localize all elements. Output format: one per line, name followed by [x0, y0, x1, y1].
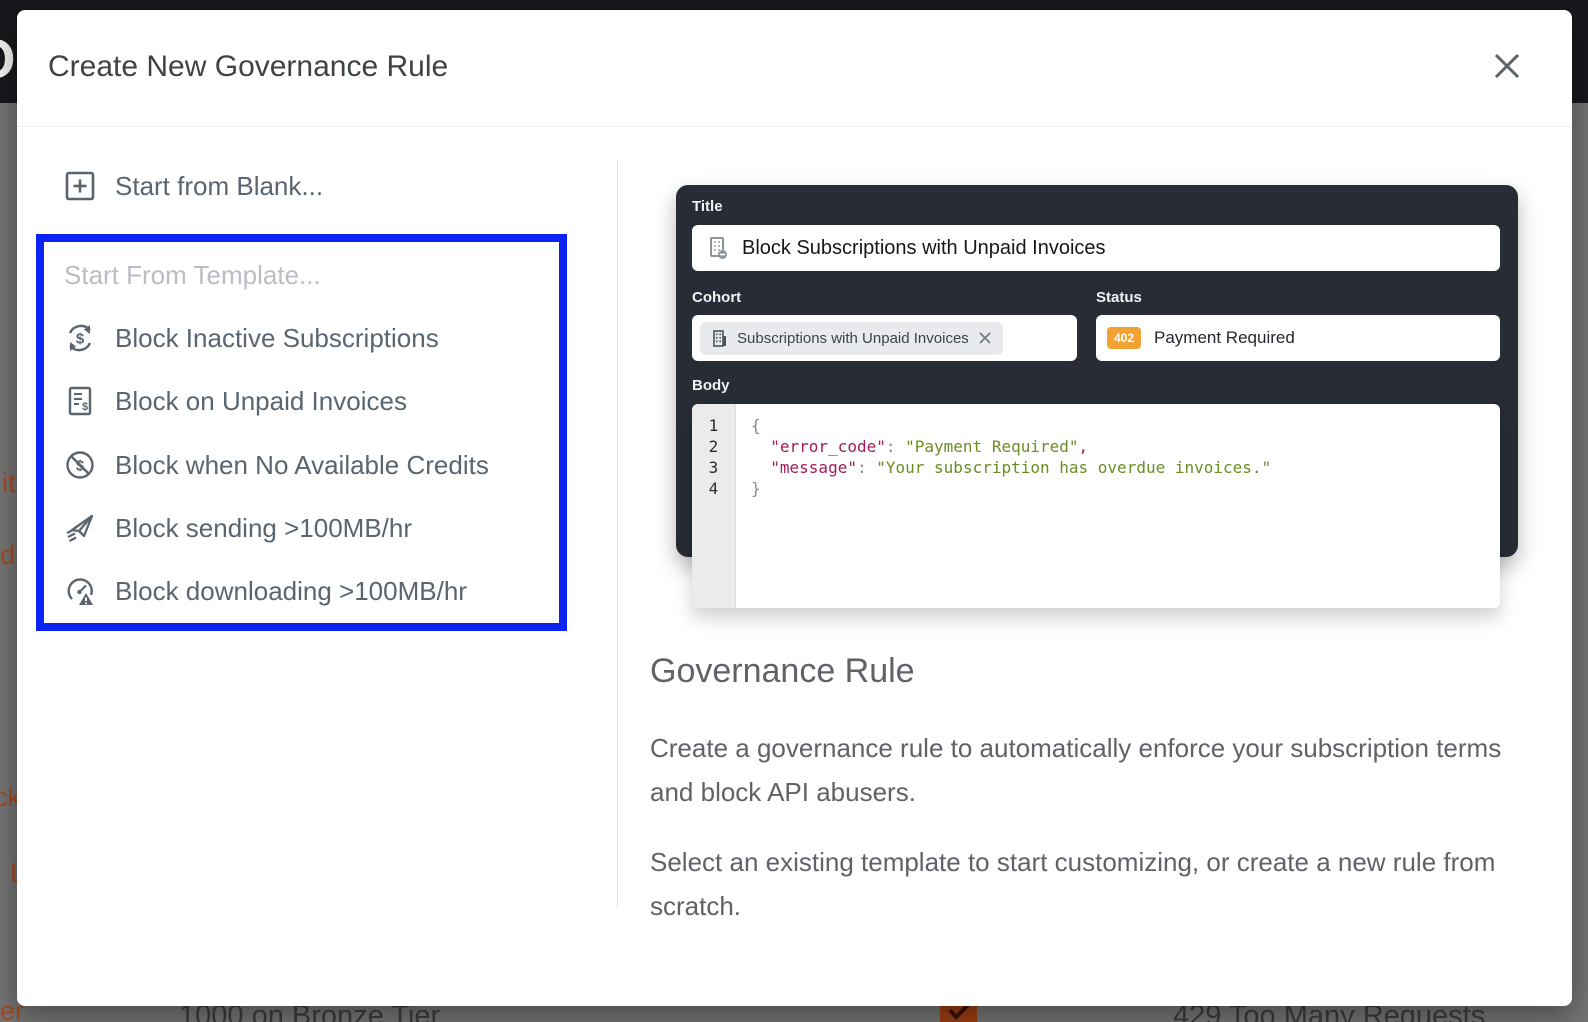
start-from-blank-option[interactable]: Start from Blank... [64, 168, 323, 204]
close-button[interactable] [1490, 46, 1530, 86]
panel-divider [617, 160, 618, 908]
code-line: "error_code": "Payment Required", [770, 437, 1089, 456]
svg-text:$: $ [82, 401, 88, 413]
rule-instructions-paragraph: Select an existing template to start cus… [650, 847, 1496, 921]
line-number: 3 [708, 458, 719, 477]
body-code-editor[interactable]: 1 2 3 4 { "error_code": "Payment Require… [692, 404, 1500, 608]
template-option-block-inactive-subscriptions[interactable]: $ Block Inactive Subscriptions [64, 318, 439, 358]
cohort-input[interactable]: Subscriptions with Unpaid Invoices [692, 315, 1077, 361]
rule-type-heading: Governance Rule [650, 652, 915, 690]
send-icon [66, 514, 94, 542]
line-number: 1 [708, 416, 719, 435]
code-brace: { [751, 416, 761, 435]
template-option-block-downloading[interactable]: Block downloading >100MB/hr [64, 571, 467, 611]
template-list-placeholder: Start From Template... [64, 260, 321, 290]
template-label: Block downloading >100MB/hr [115, 575, 467, 606]
template-list-highlight-box: Start From Template... $ Block Inactive … [36, 234, 567, 631]
editor-line-number-gutter: 1 2 3 4 [692, 404, 736, 608]
checkmark-icon [947, 1004, 969, 1020]
template-label: Block on Unpaid Invoices [115, 385, 407, 416]
background-text-fragment: it [2, 468, 16, 498]
screen: OV it d ck L er 1000 on Bronze Tier 429 … [0, 0, 1588, 1022]
template-option-block-no-available-credits[interactable]: $ Block when No Available Credits [64, 445, 489, 485]
plus-square-icon [65, 171, 95, 201]
create-governance-rule-modal: Create New Governance Rule Start from Bl… [17, 10, 1572, 1006]
background-checkbox [940, 1004, 977, 1022]
money-off-icon: $ [66, 451, 94, 479]
rule-description-paragraph: Create a governance rule to automaticall… [650, 733, 1502, 807]
currency-exchange-icon: $ [68, 324, 92, 352]
template-label: Block when No Available Credits [115, 449, 489, 480]
line-number: 4 [708, 479, 719, 498]
title-input-value: Block Subscriptions with Unpaid Invoices [742, 236, 1106, 259]
template-label: Block sending >100MB/hr [115, 512, 413, 543]
gauge-warning-icon [67, 578, 93, 605]
code-brace: } [751, 479, 761, 498]
cohort-field-label: Cohort [692, 289, 742, 306]
svg-text:$: $ [76, 331, 85, 348]
template-option-block-sending[interactable]: Block sending >100MB/hr [64, 508, 412, 548]
start-from-blank-label: Start from Blank... [115, 170, 324, 201]
invoice-icon: $ [68, 386, 92, 416]
modal-title: Create New Governance Rule [48, 50, 449, 83]
close-icon [1494, 53, 1520, 79]
title-input[interactable]: Block Subscriptions with Unpaid Invoices [692, 225, 1500, 271]
title-field-label: Title [692, 198, 723, 215]
cohort-chip[interactable]: Subscriptions with Unpaid Invoices [700, 321, 1003, 355]
subscription-building-icon [710, 237, 727, 259]
editor-code-content: { "error_code": "Payment Required", "mes… [737, 404, 1500, 499]
cohort-chip-remove-icon[interactable] [978, 331, 992, 345]
cohort-building-icon [713, 329, 726, 347]
status-text: Payment Required [1154, 328, 1295, 347]
cohort-chip-label: Subscriptions with Unpaid Invoices [737, 329, 969, 347]
background-text-fragment: d [0, 540, 16, 570]
status-select[interactable]: 402 Payment Required [1096, 315, 1500, 361]
body-field-label: Body [692, 377, 730, 394]
template-label: Block Inactive Subscriptions [115, 322, 439, 353]
status-code-badge: 402 [1107, 327, 1141, 349]
status-field-label: Status [1096, 289, 1142, 306]
line-number: 2 [708, 437, 719, 456]
code-line: "message": "Your subscription has overdu… [770, 458, 1272, 477]
modal-header: Create New Governance Rule [17, 10, 1572, 127]
template-option-block-on-unpaid-invoices[interactable]: $ Block on Unpaid Invoices [64, 381, 407, 421]
